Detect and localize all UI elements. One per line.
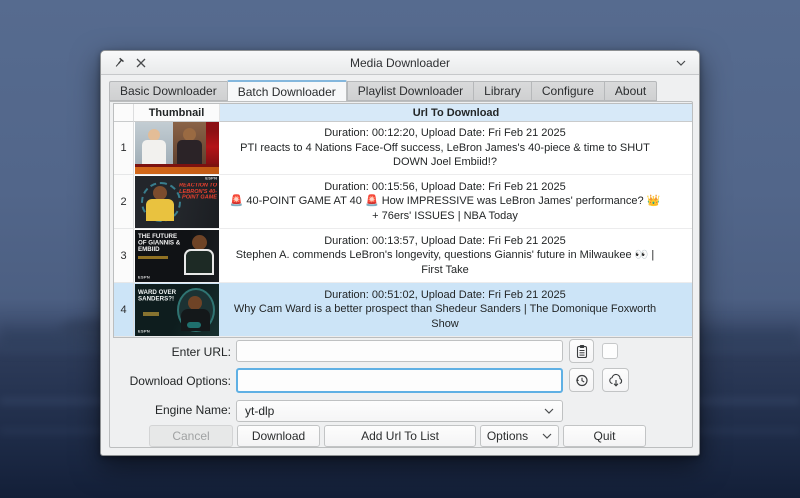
batch-download-table: Thumbnail Url To Download 1 Duration: 00… — [113, 103, 693, 338]
tab-configure[interactable]: Configure — [531, 81, 604, 101]
tab-library[interactable]: Library — [473, 81, 531, 101]
video-title: PTI reacts to 4 Nations Face-Off success… — [226, 141, 664, 170]
engine-select-value: yt-dlp — [245, 404, 544, 418]
table-row[interactable]: 1 Duration: 00:12:20, Upload Date: Fri F… — [114, 122, 692, 175]
close-icon[interactable] — [133, 55, 149, 71]
thumbnail-cell[interactable]: THE FUTURE OF GIANNIS & EMBIID ESPN — [134, 229, 220, 283]
table-row[interactable]: 2 REACTION TO LEBRON'S 40-POINT GAME ESP… — [114, 175, 692, 229]
quit-button[interactable]: Quit — [563, 425, 646, 447]
engine-name-label: Engine Name: — [116, 403, 231, 417]
url-cell[interactable]: Duration: 00:12:20, Upload Date: Fri Feb… — [220, 122, 670, 175]
enter-url-label: Enter URL: — [116, 345, 231, 359]
add-url-to-list-button[interactable]: Add Url To List — [324, 425, 476, 447]
tab-playlist-downloader[interactable]: Playlist Downloader — [347, 81, 473, 101]
table-header: Thumbnail Url To Download — [114, 104, 692, 122]
titlebar[interactable]: Media Downloader — [101, 51, 699, 75]
column-header-thumbnail[interactable]: Thumbnail — [134, 104, 220, 122]
thumbnail-image-ward-sanders: WARD OVER SANDERS?! ESPN — [135, 284, 219, 336]
chevron-down-icon — [544, 408, 554, 414]
video-title: Why Cam Ward is a better prospect than S… — [226, 302, 664, 331]
cancel-button[interactable]: Cancel — [149, 425, 233, 447]
thumbnail-image-lebron-reaction: REACTION TO LEBRON'S 40-POINT GAME ESPN — [135, 176, 219, 228]
row-number[interactable]: 4 — [114, 283, 134, 337]
tab-batch-downloader[interactable]: Batch Downloader — [227, 80, 347, 102]
video-meta: Duration: 00:51:02, Upload Date: Fri Feb… — [324, 288, 566, 303]
paste-clipboard-button[interactable] — [569, 339, 594, 363]
row-number[interactable]: 2 — [114, 175, 134, 229]
row-number[interactable]: 3 — [114, 229, 134, 283]
url-cell[interactable]: Duration: 00:51:02, Upload Date: Fri Feb… — [220, 283, 670, 337]
download-button[interactable]: Download — [237, 425, 320, 447]
app-window: Media Downloader — [100, 50, 700, 456]
tab-about[interactable]: About — [604, 81, 657, 101]
thumbnail-image-giannis-embiid: THE FUTURE OF GIANNIS & EMBIID ESPN — [135, 230, 219, 282]
pin-icon[interactable] — [111, 55, 127, 71]
thumbnail-caption: THE FUTURE OF GIANNIS & EMBIID — [138, 234, 182, 253]
chevron-down-icon[interactable] — [673, 55, 689, 71]
chevron-down-icon — [542, 433, 552, 439]
clipboard-icon — [575, 344, 589, 359]
video-meta: Duration: 00:12:20, Upload Date: Fri Feb… — [324, 126, 566, 141]
download-options-label: Download Options: — [116, 374, 231, 388]
espn-logo: ESPN — [138, 276, 150, 280]
url-input[interactable] — [236, 340, 563, 362]
tab-basic-downloader[interactable]: Basic Downloader — [109, 81, 227, 101]
engine-select[interactable]: yt-dlp — [236, 400, 563, 422]
window-title: Media Downloader — [101, 51, 699, 75]
video-meta: Duration: 00:15:56, Upload Date: Fri Feb… — [324, 180, 566, 195]
table-row-selected[interactable]: 4 WARD OVER SANDERS?! ESPN Duration: 00:… — [114, 283, 692, 337]
table-row[interactable]: 3 THE FUTURE OF GIANNIS & EMBIID ESPN Du… — [114, 229, 692, 283]
thumbnail-cell[interactable]: REACTION TO LEBRON'S 40-POINT GAME ESPN — [134, 175, 220, 229]
video-title: 🚨 40-POINT GAME AT 40 🚨 How IMPRESSIVE w… — [226, 194, 664, 223]
thumbnail-cell[interactable]: WARD OVER SANDERS?! ESPN — [134, 283, 220, 337]
video-title: Stephen A. commends LeBron's longevity, … — [226, 248, 664, 277]
url-checkbox[interactable] — [602, 343, 618, 359]
thumbnail-cell[interactable] — [134, 122, 220, 175]
tab-bar: Basic Downloader Batch Downloader Playli… — [109, 79, 657, 101]
url-cell[interactable]: Duration: 00:15:56, Upload Date: Fri Feb… — [220, 175, 670, 229]
column-header-url[interactable]: Url To Download — [220, 104, 692, 122]
options-button[interactable]: Options — [480, 425, 559, 447]
video-meta: Duration: 00:13:57, Upload Date: Fri Feb… — [324, 234, 566, 249]
desktop-wallpaper: Media Downloader — [0, 0, 800, 498]
download-options-input[interactable] — [236, 368, 563, 393]
history-button[interactable] — [569, 368, 594, 392]
thumbnail-caption: WARD OVER SANDERS?! — [138, 289, 178, 303]
options-button-label: Options — [487, 429, 528, 443]
table-corner-button[interactable] — [114, 104, 134, 122]
row-number[interactable]: 1 — [114, 122, 134, 175]
espn-logo: ESPN — [205, 177, 217, 181]
cloud-download-button[interactable] — [602, 368, 629, 392]
thumbnail-image-pti — [135, 122, 219, 174]
url-cell[interactable]: Duration: 00:13:57, Upload Date: Fri Feb… — [220, 229, 670, 283]
cloud-download-icon — [608, 373, 624, 387]
espn-logo: ESPN — [138, 330, 150, 334]
history-clock-icon — [574, 373, 589, 388]
thumbnail-caption: REACTION TO LEBRON'S 40-POINT GAME — [177, 183, 217, 201]
